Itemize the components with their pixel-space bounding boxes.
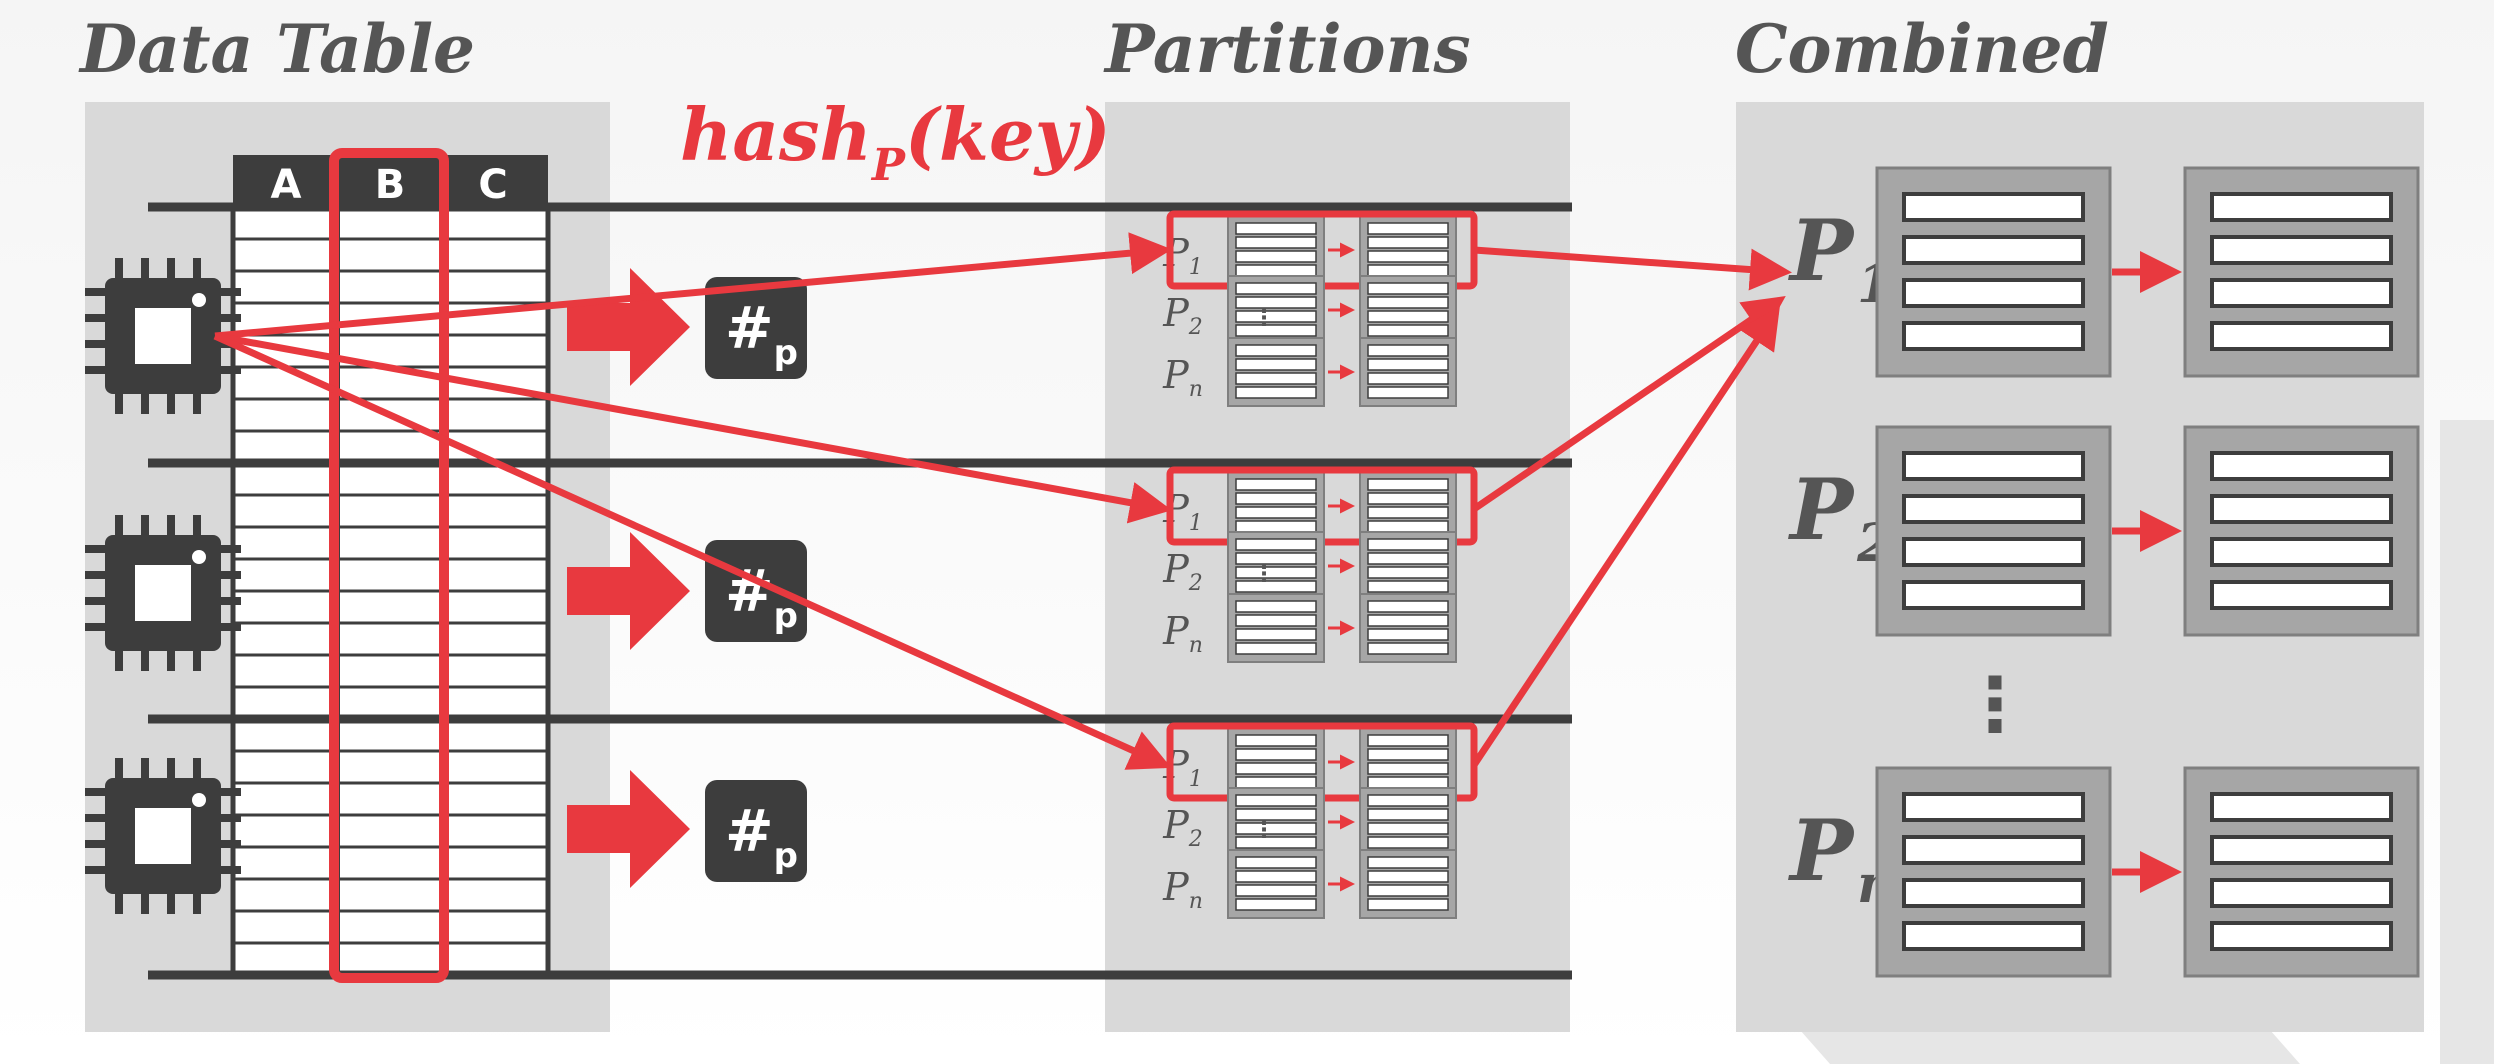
partition-label-subscript: n — [1189, 377, 1203, 402]
partition-label-letter: P — [1162, 803, 1190, 847]
partition-label-subscript: 1 — [1189, 767, 1203, 792]
hash-box: #p — [705, 780, 807, 882]
partitions-title: Partitions — [1103, 10, 1471, 88]
mini-page-block — [1359, 727, 1457, 797]
partition-ellipsis: ⋮ — [1253, 562, 1275, 587]
mini-page-block — [1359, 215, 1457, 285]
hash-subscript: p — [774, 333, 798, 373]
combined-page-block — [1875, 766, 2112, 978]
partition-label-subscript: n — [1189, 633, 1203, 658]
partition-label-letter: P — [1162, 487, 1190, 531]
combined-label-letter: P — [1788, 801, 1856, 900]
column-header-b: B — [375, 162, 406, 208]
hash-function-label: hashP(key) — [680, 92, 1111, 191]
mini-page-block — [1359, 593, 1457, 663]
diagram-canvas: Data Table Partitions Combined hashP(key… — [78, 10, 2494, 1064]
partition-label-subscript: 2 — [1188, 315, 1203, 340]
combined-page-block — [2183, 166, 2420, 378]
partition-ellipsis: ⋮ — [1253, 306, 1275, 331]
mini-page-block — [1227, 787, 1325, 857]
mini-page-block — [1227, 471, 1325, 541]
mini-page-block — [1359, 337, 1457, 407]
partition-label-subscript: 2 — [1188, 571, 1203, 596]
combined-title: Combined — [1735, 10, 2109, 88]
combined-partition: P2 — [1788, 425, 2420, 637]
mini-page-block — [1227, 727, 1325, 797]
combined-page-block — [2183, 766, 2420, 978]
combined-partitions: P1 P2 Pn — [1788, 166, 2420, 978]
column-header-c: C — [478, 162, 507, 208]
data-table-title: Data Table — [78, 10, 475, 88]
hash-function-argument: (key) — [905, 92, 1111, 177]
mini-page-block — [1227, 531, 1325, 601]
combined-page-block — [2183, 425, 2420, 637]
partition-ellipsis: ⋮ — [1253, 818, 1275, 843]
partition-label-subscript: 2 — [1188, 827, 1203, 852]
combined-page-block — [1875, 425, 2112, 637]
cpu-icon — [85, 758, 241, 914]
partition-label-letter: P — [1162, 353, 1190, 397]
mini-page-block — [1227, 593, 1325, 663]
combined-partition: P1 — [1788, 166, 2420, 378]
combined-page-block — [1875, 166, 2112, 378]
partition-label-letter: P — [1162, 547, 1190, 591]
partition-label-letter: P — [1162, 865, 1190, 909]
partition-label-letter: P — [1162, 609, 1190, 653]
hash-subscript: p — [774, 596, 798, 636]
mini-page-block — [1227, 337, 1325, 407]
mini-page-block — [1227, 275, 1325, 345]
partition-label-subscript: n — [1189, 889, 1203, 914]
mini-page-block — [1359, 275, 1457, 345]
hash-symbol: # — [725, 294, 774, 362]
partition-label-letter: P — [1162, 231, 1190, 275]
hash-symbol: # — [725, 797, 774, 865]
combined-label-letter: P — [1788, 460, 1856, 559]
column-header-a: A — [271, 162, 302, 208]
hash-subscript: p — [774, 836, 798, 876]
partition-label-letter: P — [1162, 743, 1190, 787]
mini-page-block — [1359, 787, 1457, 857]
hash-box: #p — [705, 540, 807, 642]
cpu-icon — [85, 515, 241, 671]
hash-function-name: hash — [680, 92, 872, 177]
partition-label-subscript: 1 — [1189, 255, 1203, 280]
mini-page-block — [1359, 471, 1457, 541]
mini-page-block — [1227, 849, 1325, 919]
combined-label-letter: P — [1788, 201, 1856, 300]
combined-ellipsis: ⋮ — [1958, 662, 2032, 748]
partition-label-letter: P — [1162, 291, 1190, 335]
mini-page-block — [1227, 215, 1325, 285]
mini-page-block — [1359, 531, 1457, 601]
mini-page-block — [1359, 849, 1457, 919]
combined-partition: Pn — [1788, 766, 2420, 978]
partition-label-subscript: 1 — [1189, 511, 1203, 536]
hash-function-subscript: P — [870, 140, 907, 191]
